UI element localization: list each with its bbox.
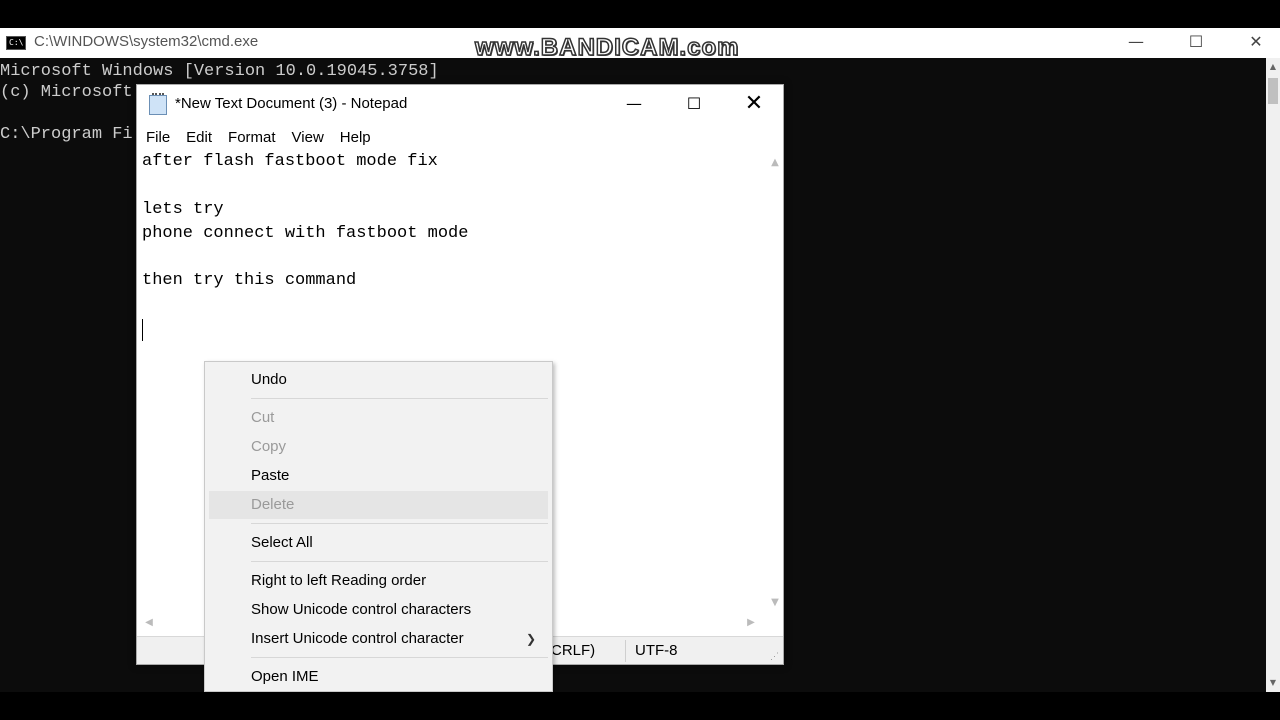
- cmd-minimize-button[interactable]: —: [1106, 28, 1166, 58]
- menu-separator: [251, 561, 548, 562]
- menu-help[interactable]: Help: [334, 123, 377, 151]
- scroll-left-arrow-icon[interactable]: ◀: [141, 615, 157, 631]
- cmd-window-title: C:\WINDOWS\system32\cmd.exe: [34, 33, 259, 50]
- menu-file[interactable]: File: [140, 123, 176, 151]
- scroll-up-arrow-icon[interactable]: ▲: [767, 155, 783, 171]
- menu-view[interactable]: View: [286, 123, 330, 151]
- menu-item-copy[interactable]: Copy: [209, 433, 548, 461]
- notepad-icon: [149, 93, 167, 115]
- status-divider: [625, 640, 626, 662]
- cmd-output-line: Microsoft Windows [Version 10.0.19045.37…: [0, 62, 439, 81]
- menu-item-cut[interactable]: Cut: [209, 404, 548, 432]
- notepad-vertical-scrollbar[interactable]: ▲ ▼: [767, 151, 783, 615]
- cmd-titlebar[interactable]: C:\ C:\WINDOWS\system32\cmd.exe www.BAND…: [0, 28, 1280, 62]
- text-line: phone connect with fastboot mode: [142, 224, 469, 243]
- menu-separator: [251, 523, 548, 524]
- menu-format[interactable]: Format: [222, 123, 282, 151]
- status-encoding: UTF-8: [635, 642, 678, 659]
- menu-separator: [251, 398, 548, 399]
- menu-item-label: Insert Unicode control character: [251, 630, 464, 647]
- scroll-thumb[interactable]: [1268, 78, 1278, 104]
- notepad-window-title: *New Text Document (3) - Notepad: [175, 95, 408, 112]
- scroll-up-arrow-icon[interactable]: ▲: [1266, 60, 1280, 74]
- menu-item-paste[interactable]: Paste: [209, 462, 548, 490]
- letterbox-bottom: [0, 692, 1280, 720]
- notepad-minimize-button[interactable]: —: [604, 89, 664, 119]
- menu-edit[interactable]: Edit: [180, 123, 218, 151]
- menu-item-delete[interactable]: Delete: [209, 491, 548, 519]
- context-menu: Undo Cut Copy Paste Delete Select All Ri…: [204, 361, 553, 692]
- menu-item-insert-unicode-control[interactable]: Insert Unicode control character ❯: [209, 625, 548, 653]
- text-line: lets try: [142, 200, 224, 219]
- resize-grip-icon[interactable]: ⋰: [770, 651, 780, 661]
- cmd-output-line: (c) Microsoft: [0, 83, 133, 102]
- cmd-maximize-button[interactable]: ☐: [1166, 28, 1226, 58]
- cmd-app-icon: C:\: [6, 36, 26, 50]
- menu-item-rtl-reading-order[interactable]: Right to left Reading order: [209, 567, 548, 595]
- notepad-menubar: File Edit Format View Help: [137, 123, 783, 151]
- cmd-vertical-scrollbar[interactable]: ▲ ▼: [1266, 58, 1280, 692]
- notepad-maximize-button[interactable]: ☐: [664, 89, 724, 119]
- scroll-down-arrow-icon[interactable]: ▼: [767, 595, 783, 611]
- cmd-prompt-line: C:\Program Fi: [0, 125, 133, 144]
- recording-watermark: www.BANDICAM.com: [474, 33, 740, 62]
- notepad-titlebar[interactable]: *New Text Document (3) - Notepad — ☐ ✕: [137, 85, 783, 123]
- menu-item-open-ime[interactable]: Open IME: [209, 663, 548, 691]
- cmd-close-button[interactable]: ✕: [1226, 28, 1280, 58]
- menu-item-select-all[interactable]: Select All: [209, 529, 548, 557]
- menu-item-undo[interactable]: Undo: [209, 366, 548, 394]
- chevron-right-icon: ❯: [525, 632, 536, 646]
- text-caret: [142, 319, 143, 341]
- text-line: then try this command: [142, 271, 357, 290]
- status-line-ending: CRLF): [551, 642, 596, 659]
- letterbox-top: [0, 0, 1280, 28]
- scroll-down-arrow-icon[interactable]: ▼: [1266, 676, 1280, 690]
- text-line: after flash fastboot mode fix: [142, 152, 438, 171]
- menu-separator: [251, 657, 548, 658]
- menu-item-show-unicode-control[interactable]: Show Unicode control characters: [209, 596, 548, 624]
- notepad-close-button[interactable]: ✕: [724, 89, 784, 119]
- scroll-right-arrow-icon[interactable]: ▶: [743, 615, 759, 631]
